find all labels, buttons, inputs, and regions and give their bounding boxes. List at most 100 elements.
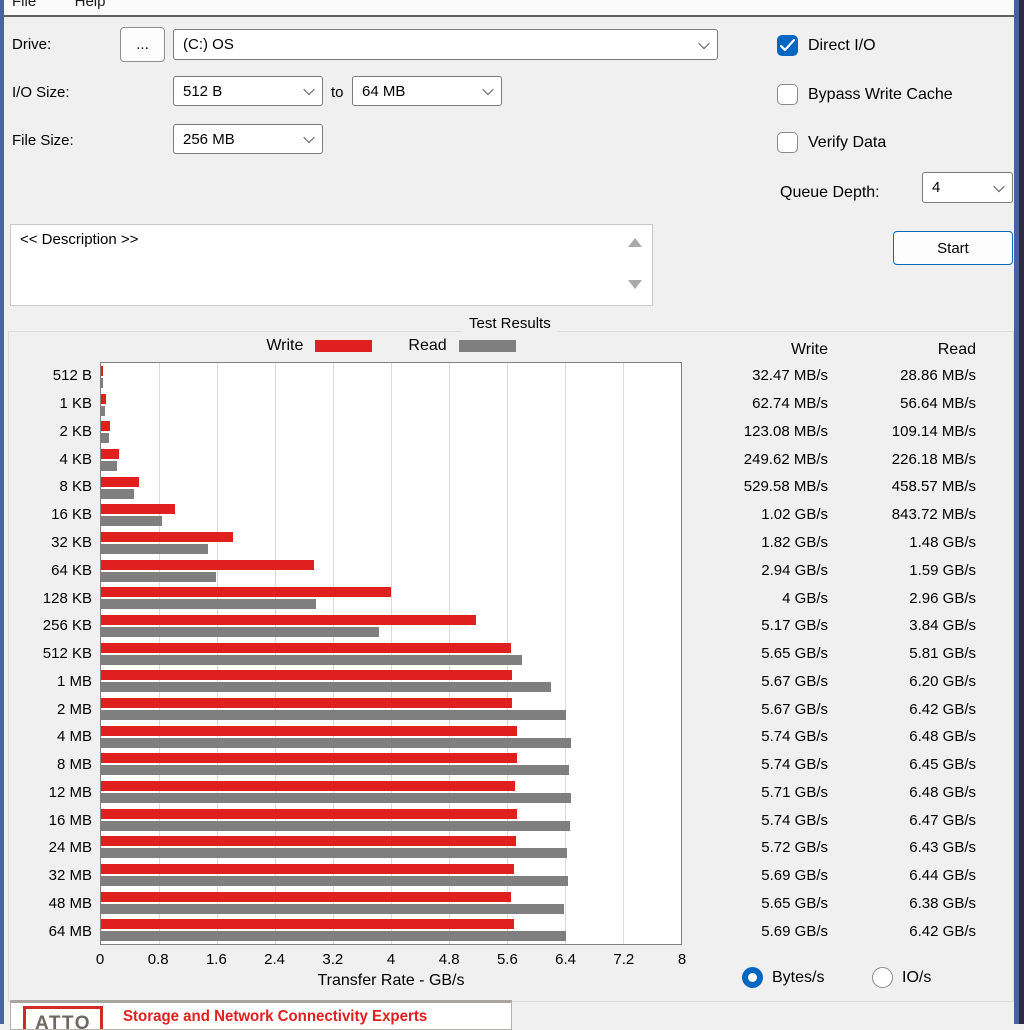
queue-depth-label: Queue Depth:	[780, 184, 880, 201]
read-bar	[101, 626, 380, 637]
read-value: 6.47 GB/s	[909, 811, 976, 829]
chart-row	[101, 612, 681, 640]
io-per-sec-radio[interactable]	[872, 967, 893, 988]
chart-row	[101, 889, 681, 917]
read-bar	[101, 571, 217, 582]
browse-drive-button[interactable]: ...	[120, 27, 165, 62]
bypass-write-cache-checkbox[interactable]	[777, 84, 798, 105]
atto-tagline: Storage and Network Connectivity Experts	[123, 1008, 428, 1025]
direct-io-label: Direct I/O	[808, 36, 876, 54]
x-tick-label: 6.4	[555, 951, 577, 968]
drive-select[interactable]: (C:) OS	[173, 29, 718, 60]
direct-io-checkbox[interactable]	[777, 35, 798, 56]
read-bar	[101, 931, 567, 942]
write-value: 2.94 GB/s	[761, 561, 828, 579]
chart-row	[101, 501, 681, 529]
chart-x-axis-label: Transfer Rate - GB/s	[317, 972, 465, 989]
write-swatch-icon	[315, 340, 373, 352]
bypass-write-cache-checkbox-row[interactable]: Bypass Write Cache	[777, 84, 953, 105]
results-row: 4 GB/s 2.96 GB/s	[688, 584, 978, 612]
read-bar	[101, 820, 571, 831]
verify-data-checkbox-row[interactable]: Verify Data	[777, 132, 886, 153]
queue-depth-select[interactable]: 4	[922, 172, 1013, 203]
read-bar	[101, 516, 163, 527]
results-row: 5.69 GB/s 6.42 GB/s	[688, 917, 978, 945]
write-bar	[101, 365, 104, 376]
category-label: 512 B	[52, 367, 92, 385]
read-value: 6.42 GB/s	[909, 700, 976, 718]
x-tick-label: 3.2	[322, 951, 344, 968]
chart-row	[101, 391, 681, 419]
write-value: 62.74 MB/s	[752, 395, 828, 413]
unit-ios-radio-row[interactable]: IO/s	[872, 967, 931, 988]
results-row: 1.02 GB/s 843.72 MB/s	[688, 501, 978, 529]
write-value: 5.65 GB/s	[761, 894, 828, 912]
unit-bytes-radio-row[interactable]: Bytes/s	[742, 967, 824, 988]
chart-row	[101, 529, 681, 557]
io-size-label: I/O Size:	[12, 84, 70, 101]
results-table-headers: Write Read	[688, 341, 978, 361]
write-value: 1.82 GB/s	[761, 533, 828, 551]
results-row: 529.58 MB/s 458.57 MB/s	[688, 473, 978, 501]
start-button[interactable]: Start	[893, 231, 1013, 265]
x-tick-label: 1.6	[205, 951, 227, 968]
menu-bar: File Help	[0, 0, 1024, 15]
read-value: 6.44 GB/s	[909, 867, 976, 885]
chart-row	[101, 750, 681, 778]
category-label: 8 KB	[59, 478, 92, 496]
category-label: 512 KB	[42, 645, 92, 663]
io-size-from-select[interactable]: 512 B	[173, 76, 323, 106]
read-bar	[101, 765, 569, 776]
read-bar	[101, 460, 118, 471]
chevron-down-icon	[698, 37, 710, 49]
write-value: 5.69 GB/s	[761, 867, 828, 885]
description-text: << Description >>	[20, 231, 139, 248]
chart-categories: 512 B 1 KB 2 KB 4 KB 8 KB 16 KB 32 KB 64 KB 128 …	[0, 362, 92, 945]
legend-read-label: Read	[408, 337, 447, 354]
read-value: 1.59 GB/s	[909, 561, 976, 579]
io-size-to-select[interactable]: 64 MB	[352, 76, 502, 106]
write-value: 5.74 GB/s	[761, 756, 828, 774]
menu-help[interactable]: Help	[75, 0, 106, 10]
chart-row	[101, 584, 681, 612]
menu-file[interactable]: File	[12, 0, 36, 10]
read-value: 6.48 GB/s	[909, 783, 976, 801]
chart-row	[101, 833, 681, 861]
browse-drive-label: ...	[136, 36, 149, 53]
scroll-down-icon[interactable]	[628, 280, 642, 289]
bypass-write-cache-label: Bypass Write Cache	[808, 85, 953, 103]
category-label: 1 KB	[59, 395, 92, 413]
chart-legend: Write Read	[100, 336, 682, 356]
x-tick-label: 2.4	[264, 951, 286, 968]
verify-data-checkbox[interactable]	[777, 132, 798, 153]
bytes-per-sec-radio[interactable]	[742, 967, 763, 988]
chevron-down-icon	[303, 83, 315, 96]
write-bar	[101, 697, 513, 708]
read-bar	[101, 709, 567, 720]
read-value: 6.45 GB/s	[909, 756, 976, 774]
write-column-header: Write	[790, 341, 828, 358]
description-box[interactable]: << Description >>	[10, 224, 653, 306]
write-bar	[101, 393, 106, 404]
read-bar	[101, 377, 104, 388]
read-column-header: Read	[937, 341, 976, 358]
write-value: 249.62 MB/s	[743, 450, 828, 468]
results-row: 5.74 GB/s 6.48 GB/s	[688, 723, 978, 751]
read-value: 28.86 MB/s	[900, 367, 976, 385]
chart-row	[101, 363, 681, 391]
category-label: 16 KB	[51, 506, 92, 524]
category-label: 24 MB	[48, 839, 92, 857]
results-row: 5.69 GB/s 6.44 GB/s	[688, 862, 978, 890]
read-bar	[101, 654, 523, 665]
bytes-per-sec-label: Bytes/s	[772, 968, 825, 986]
background-behind-window	[1019, 0, 1024, 1024]
write-value: 5.69 GB/s	[761, 922, 828, 940]
read-value: 1.48 GB/s	[909, 533, 976, 551]
file-size-select[interactable]: 256 MB	[173, 124, 323, 154]
results-row: 123.08 MB/s 109.14 MB/s	[688, 418, 978, 446]
scroll-up-icon[interactable]	[628, 238, 642, 247]
read-value: 109.14 MB/s	[891, 422, 976, 440]
io-per-sec-label: IO/s	[902, 968, 932, 986]
write-value: 5.74 GB/s	[761, 811, 828, 829]
direct-io-checkbox-row[interactable]: Direct I/O	[777, 35, 876, 56]
